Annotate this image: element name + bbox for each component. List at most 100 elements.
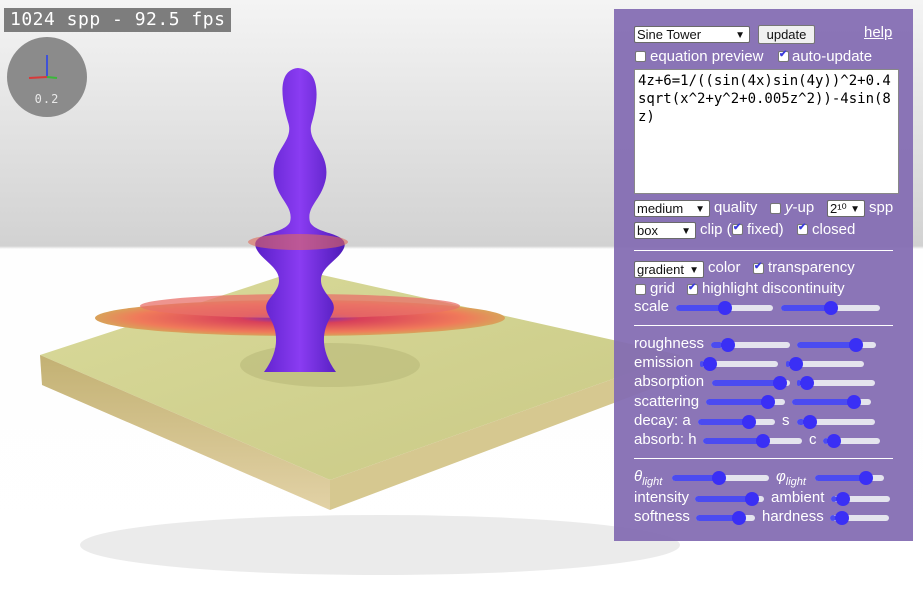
slider-thumb[interactable]	[761, 395, 776, 409]
absorption-slider-2[interactable]	[797, 376, 875, 390]
fixed-checkbox[interactable]	[732, 222, 743, 235]
slider-thumb[interactable]	[772, 376, 787, 390]
quality-select[interactable]: medium ▼	[634, 200, 710, 217]
fixed-label: fixed)	[747, 221, 784, 238]
axis-scale-label: 0.2	[34, 92, 60, 106]
clip-select[interactable]: box ▼	[634, 222, 696, 239]
preset-select[interactable]: Sine Tower ▼	[634, 26, 750, 43]
chevron-down-icon: ▼	[695, 204, 705, 215]
roughness-slider-1[interactable]	[711, 338, 790, 352]
equation-input[interactable]: 4z+6=1/((sin(4x)sin(4y))^2+0.4sqrt(x^2+y…	[634, 69, 899, 194]
chevron-down-icon: ▼	[689, 265, 699, 276]
slider-thumb[interactable]	[703, 357, 718, 371]
chevron-down-icon: ▼	[681, 226, 691, 237]
emission-label: emission	[634, 354, 694, 371]
intensity-slider[interactable]	[695, 492, 764, 506]
closed-checkbox[interactable]	[797, 222, 808, 235]
highlight-discontinuity-checkbox[interactable]	[687, 282, 698, 295]
decay-s-label: s	[782, 412, 790, 429]
decay-s-slider[interactable]	[797, 415, 875, 429]
slider-thumb[interactable]	[732, 511, 746, 525]
slider-thumb[interactable]	[755, 434, 770, 448]
slider-thumb[interactable]	[827, 434, 842, 448]
transparency-checkbox[interactable]	[753, 261, 764, 274]
transparency-label: transparency	[768, 259, 855, 276]
slider-thumb[interactable]	[720, 338, 735, 352]
quality-label: quality	[714, 199, 758, 216]
phi-light-label: φlight	[776, 468, 806, 488]
absorb-h-slider[interactable]	[703, 434, 802, 448]
slider-thumb[interactable]	[744, 492, 759, 506]
help-link[interactable]: help	[864, 24, 892, 41]
softness-slider[interactable]	[696, 511, 755, 525]
decay-a-slider[interactable]	[698, 415, 775, 429]
slider-thumb[interactable]	[847, 395, 862, 409]
slider-thumb[interactable]	[835, 492, 850, 506]
phi-light-slider[interactable]	[815, 471, 884, 485]
scale-slider-1[interactable]	[676, 301, 773, 315]
highlight-discontinuity-label: highlight discontinuity	[702, 280, 845, 297]
slider-thumb[interactable]	[803, 415, 818, 429]
color-value: gradient	[637, 262, 684, 277]
divider	[634, 325, 893, 326]
hardness-slider[interactable]	[830, 511, 889, 525]
absorption-label: absorption	[634, 373, 705, 390]
divider	[634, 250, 893, 251]
slider-thumb[interactable]	[800, 376, 815, 390]
slider-thumb[interactable]	[834, 511, 849, 525]
slider-thumb[interactable]	[789, 357, 804, 371]
equation-preview-checkbox[interactable]	[635, 51, 646, 62]
scattering-slider-1[interactable]	[706, 395, 785, 409]
slider-thumb[interactable]	[823, 301, 838, 315]
y-up-label: y-up	[785, 199, 815, 216]
spp-label: spp	[869, 199, 894, 216]
divider	[634, 458, 893, 459]
intensity-label: intensity	[634, 489, 690, 506]
ambient-label: ambient	[771, 489, 825, 506]
absorb-c-label: c	[809, 431, 817, 448]
grid-label: grid	[650, 280, 676, 297]
settings-panel: Sine Tower ▼ update help equation preview…	[614, 9, 913, 541]
clip-value: box	[637, 223, 658, 238]
absorb-c-slider[interactable]	[823, 434, 880, 448]
slider-thumb[interactable]	[742, 415, 757, 429]
axes-gizmo[interactable]: 0.2	[7, 37, 87, 117]
spp-value: 2¹⁰	[830, 201, 847, 216]
softness-label: softness	[634, 508, 690, 525]
color-label: color	[708, 259, 741, 276]
theta-light-label: θlight	[634, 468, 663, 488]
roughness-label: roughness	[634, 335, 705, 352]
clip-label: clip (	[700, 221, 732, 238]
scattering-slider-2[interactable]	[792, 395, 871, 409]
slider-thumb[interactable]	[711, 471, 726, 485]
chevron-down-icon: ▼	[735, 30, 745, 41]
color-select[interactable]: gradient ▼	[634, 261, 704, 278]
emission-slider-2[interactable]	[786, 357, 864, 371]
y-up-checkbox[interactable]	[770, 203, 781, 214]
emission-slider-1[interactable]	[700, 357, 778, 371]
update-button[interactable]: update	[758, 25, 815, 44]
spp-select[interactable]: 2¹⁰ ▼	[827, 200, 865, 217]
auto-update-checkbox[interactable]	[778, 49, 789, 62]
slider-thumb[interactable]	[717, 301, 732, 315]
auto-update-label: auto-update	[792, 48, 873, 65]
quality-value: medium	[637, 201, 684, 216]
decay-label: decay: a	[634, 412, 691, 429]
roughness-slider-2[interactable]	[797, 338, 876, 352]
scattering-label: scattering	[634, 393, 700, 410]
preset-value: Sine Tower	[637, 27, 702, 42]
slider-thumb[interactable]	[849, 338, 863, 352]
absorb-label: absorb: h	[634, 431, 697, 448]
stats-readout: 1024 spp - 92.5 fps	[4, 8, 232, 32]
chevron-down-icon: ▼	[850, 204, 860, 215]
slider-thumb[interactable]	[859, 471, 873, 485]
equation-preview-label: equation preview	[650, 48, 764, 65]
hardness-label: hardness	[762, 508, 824, 525]
closed-label: closed	[812, 221, 856, 238]
ambient-slider[interactable]	[831, 492, 890, 506]
absorption-slider-1[interactable]	[712, 376, 790, 390]
grid-checkbox[interactable]	[635, 284, 646, 295]
scale-label: scale	[634, 298, 670, 315]
scale-slider-2[interactable]	[781, 301, 880, 315]
theta-light-slider[interactable]	[672, 471, 769, 485]
